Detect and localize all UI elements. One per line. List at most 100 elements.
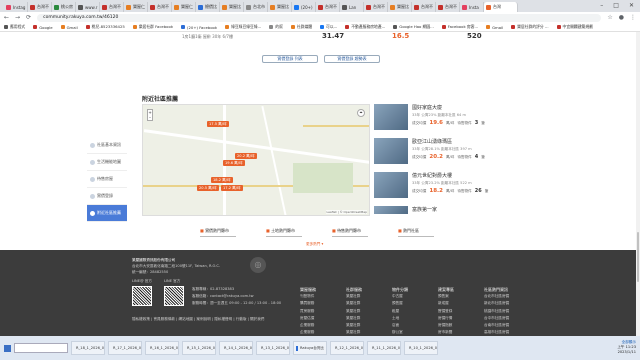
listing-card[interactable]: 歐亞江山湧綠瑪區 33年 公寓28.1% 距離本社區 397 m 成交均價 20.2 萬… bbox=[374, 138, 496, 170]
search-box[interactable] bbox=[14, 343, 68, 353]
taskbar-item[interactable]: R_14_1_2026_04...jpg bbox=[219, 341, 253, 355]
listing-title[interactable]: 富族第一家 bbox=[412, 206, 437, 213]
map-pin[interactable]: 20.5 萬/坪 bbox=[197, 185, 219, 191]
zoom-control[interactable]: + – bbox=[147, 109, 153, 121]
bookmark-item[interactable]: Google Hao 網圖... bbox=[393, 24, 434, 30]
map-pin[interactable]: 17.2 萬/坪 bbox=[221, 185, 243, 191]
footer-link[interactable]: 房價行情 bbox=[438, 315, 454, 322]
bookmark-item[interactable]: Facebook 房客... bbox=[441, 24, 478, 30]
hot-link[interactable]: ■ 待售熱門縣市 bbox=[332, 228, 368, 237]
browser-tab[interactable]: www.r bbox=[76, 2, 100, 12]
footer-link[interactable]: 桃園市社區房價 bbox=[484, 308, 509, 315]
browser-tab[interactable]: 樂屋比 bbox=[268, 2, 292, 12]
bookmark-item[interactable]: 社群媒體 bbox=[290, 24, 312, 30]
map-pin[interactable]: 20.2 萬/坪 bbox=[235, 153, 257, 159]
taskbar-item[interactable]: R_17_1_2026_04...jpg bbox=[108, 341, 142, 355]
listing-card[interactable]: 富族第一家 bbox=[374, 206, 496, 216]
listing-card[interactable]: 國好家庭大廈 33年 公寓23% 距離本社區 64 m 成交均價 19.6 萬/坪 待售物… bbox=[374, 104, 496, 136]
browser-tab[interactable]: 台灣不 bbox=[412, 2, 436, 12]
browser-tab-active[interactable]: 台灣 bbox=[484, 2, 518, 12]
map-pin[interactable]: 19.6 萬/坪 bbox=[223, 160, 245, 166]
footer-link[interactable]: 樂屋社群 bbox=[346, 293, 362, 300]
price-list-button[interactable]: 實價登錄 列表 bbox=[262, 55, 318, 63]
footer-link[interactable]: 預售屋 bbox=[392, 300, 408, 307]
bookmark-item[interactable]: Gmail bbox=[60, 25, 78, 30]
reload-icon[interactable]: ⟳ bbox=[26, 14, 31, 21]
taskbar-item[interactable]: R_16_1_2026_04...jpg bbox=[145, 341, 179, 355]
footer-link[interactable]: 預售案 bbox=[438, 293, 454, 300]
hot-link[interactable]: ■ 實價熱門縣市 bbox=[200, 228, 236, 237]
scroll-thumb[interactable] bbox=[637, 232, 639, 282]
browser-tab[interactable]: 樂屋仁 bbox=[172, 2, 196, 12]
map-pin[interactable]: 18.2 萬/坪 bbox=[211, 177, 233, 183]
bookmark-item[interactable]: Gmail bbox=[486, 25, 503, 30]
listing-photo[interactable] bbox=[374, 138, 408, 164]
minimize-icon[interactable]: – bbox=[600, 2, 603, 9]
browser-tab[interactable]: 樂屋比 bbox=[220, 2, 244, 12]
sidebar-item[interactable]: 待售房屋 bbox=[87, 171, 127, 188]
taskbar-item[interactable]: R_11_1_2026_04...jpg bbox=[367, 341, 401, 355]
back-icon[interactable]: ← bbox=[4, 14, 9, 21]
footer-link[interactable]: 購買服務 bbox=[300, 300, 322, 307]
footer-link[interactable]: 租屋 bbox=[392, 308, 408, 315]
listing-title[interactable]: 億元世紀對爵大樓 bbox=[412, 172, 488, 179]
listing-title[interactable]: 國好家庭大廈 bbox=[412, 104, 485, 111]
footer-link[interactable]: 台南市社區房價 bbox=[484, 322, 509, 329]
browser-tab[interactable]: Instag bbox=[4, 2, 28, 12]
bookmark-item[interactable]: 可以... bbox=[320, 24, 337, 30]
footer-link[interactable]: 店面 bbox=[392, 322, 408, 329]
bookmark-item[interactable]: 桃兒-8523336425 bbox=[85, 24, 125, 30]
footer-link[interactable]: 樂屋社群 bbox=[346, 322, 362, 329]
browser-tab[interactable]: 樂屋仁 bbox=[124, 2, 148, 12]
footer-link[interactable]: 樂屋社群 bbox=[346, 308, 362, 315]
browser-tab[interactable]: (20+) bbox=[292, 2, 316, 12]
browser-tab[interactable]: 台灣不 bbox=[28, 2, 52, 12]
listing-photo[interactable] bbox=[374, 206, 408, 214]
footer-policy-links[interactable]: 隱私權政策 | 會員服務條款 | 網站地圖 | 案例說明 | 隱私權聲明 | 行… bbox=[132, 316, 264, 322]
bookmark-item[interactable]: (20+) Facebook bbox=[181, 25, 217, 30]
bookmark-item[interactable]: 樂居社群 Facebook bbox=[132, 24, 173, 30]
browser-tab[interactable]: 桃公房 bbox=[52, 2, 76, 12]
footer-link[interactable]: 刊登物件 bbox=[300, 293, 322, 300]
taskbar-item[interactable]: R_13_1_2026_04...jpg bbox=[256, 341, 290, 355]
hot-link[interactable]: ■ 土地熱門縣市 bbox=[266, 228, 302, 237]
bookmark-item[interactable]: 應用程式 bbox=[4, 24, 25, 30]
browser-tab[interactable]: 台灣不 bbox=[148, 2, 172, 12]
browser-tab[interactable]: Insta bbox=[460, 2, 484, 12]
browser-tab[interactable]: 樂屋比 bbox=[388, 2, 412, 12]
footer-link[interactable]: 台中市社區房價 bbox=[484, 315, 509, 322]
taskbar-item[interactable]: Rakuya台灣比 bbox=[293, 341, 327, 355]
browser-tab[interactable]: 台灣不 bbox=[100, 2, 124, 12]
browser-tab[interactable]: 台灣不 bbox=[364, 2, 388, 12]
map-pin[interactable]: 17.5 萬/坪 bbox=[207, 121, 229, 127]
maximize-icon[interactable]: □ bbox=[613, 2, 619, 9]
bookmark-item[interactable]: 綠豆綠豆綠豆綠... bbox=[225, 24, 261, 30]
bookmark-item[interactable]: 樂居社群的評分 ... bbox=[511, 24, 549, 30]
footer-link[interactable]: 新北市社區房價 bbox=[484, 300, 509, 307]
url-field[interactable]: community.rakuya.com.tw/46120 bbox=[37, 13, 602, 22]
listing-photo[interactable] bbox=[374, 172, 408, 198]
footer-link[interactable]: 房屋估價 bbox=[300, 315, 322, 322]
footer-link[interactable]: 新成屋 bbox=[438, 300, 454, 307]
footer-link[interactable]: 企業服務 bbox=[300, 322, 322, 329]
profile-icon[interactable]: ● bbox=[619, 14, 624, 21]
sidebar-item[interactable]: 附近社區推薦 bbox=[87, 205, 127, 222]
bookmark-item[interactable]: 的幫 bbox=[269, 24, 283, 30]
listing-photo[interactable] bbox=[374, 104, 408, 130]
page-scrollbar[interactable] bbox=[636, 32, 640, 350]
browser-tab[interactable]: 台灣不 bbox=[316, 2, 340, 12]
taskbar-item[interactable]: R_12_1_2026_04...jpg bbox=[330, 341, 364, 355]
forward-icon[interactable]: → bbox=[15, 14, 20, 21]
start-icon[interactable] bbox=[4, 344, 11, 352]
taskbar-item[interactable]: R_10_1_2026_04...jpg bbox=[404, 341, 438, 355]
bookmark-item[interactable]: 不動產服務房地產... bbox=[345, 24, 385, 30]
footer-link[interactable]: 實價登錄 bbox=[438, 308, 454, 315]
taskbar-item[interactable]: R_15_1_2026_04...jpg bbox=[182, 341, 216, 355]
sidebar-item[interactable]: 實價登錄 bbox=[87, 188, 127, 205]
footer-link[interactable]: 樂屋社群 bbox=[346, 315, 362, 322]
browser-tab[interactable]: 台灣不 bbox=[436, 2, 460, 12]
footer-link[interactable]: 土地 bbox=[392, 315, 408, 322]
sidebar-item[interactable]: 生活機能地圖 bbox=[87, 154, 127, 171]
bookmark-item[interactable]: Google bbox=[33, 25, 53, 30]
more-link[interactable]: 更多熱門 ▾ bbox=[306, 242, 323, 247]
